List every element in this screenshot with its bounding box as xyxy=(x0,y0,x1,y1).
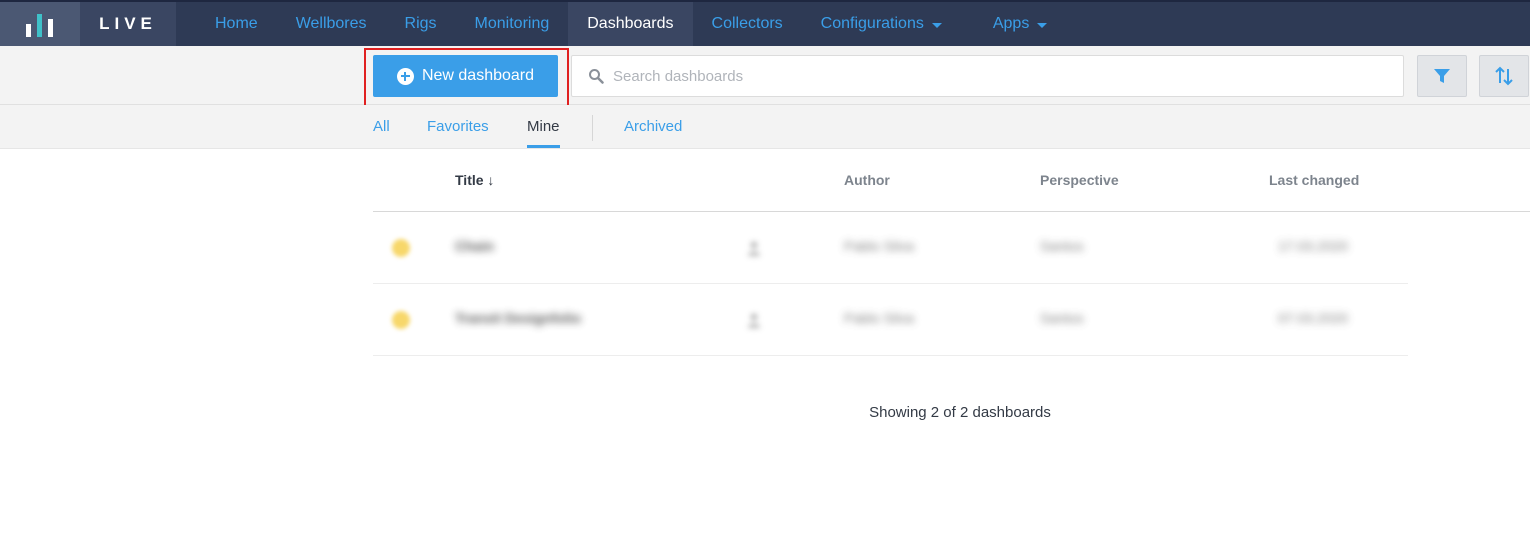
nav-item-home[interactable]: Home xyxy=(196,2,277,46)
nav-item-apps[interactable]: Apps xyxy=(974,2,1066,46)
nav-item-label: Rigs xyxy=(404,15,437,32)
row-author: Pablo Silva xyxy=(844,238,915,254)
nav-item-label: Wellbores xyxy=(295,15,367,32)
column-header-perspective[interactable]: Perspective xyxy=(1040,172,1119,188)
search-input[interactable] xyxy=(613,67,1373,85)
app-logo-text: LIVE xyxy=(80,2,176,46)
dashboard-toolbar: New dashboard xyxy=(0,46,1530,108)
nav-item-configurations[interactable]: Configurations xyxy=(802,2,974,46)
tab-label: Mine xyxy=(527,118,560,135)
search-box[interactable] xyxy=(571,55,1404,97)
table-row[interactable]: Chain Pablo Silva Santos 17.03.2020 xyxy=(373,212,1408,284)
tab-favorites[interactable]: Favorites xyxy=(427,105,489,148)
table-header: Title ↓ Author Perspective Last changed xyxy=(373,150,1530,212)
user-icon xyxy=(748,241,760,256)
bar-chart-icon xyxy=(26,14,53,37)
sort-arrows-icon xyxy=(1495,66,1513,86)
results-count: Showing 2 of 2 dashboards xyxy=(869,404,1051,421)
star-icon[interactable] xyxy=(392,311,410,329)
nav-item-label: Dashboards xyxy=(587,15,674,32)
caret-down-icon xyxy=(1037,22,1048,28)
table-row[interactable]: Transit Designfolio Pablo Silva Santos 0… xyxy=(373,284,1408,356)
main-nav: Home Wellbores Rigs Monitoring Dashboard… xyxy=(196,2,1066,48)
plus-circle-icon xyxy=(396,67,414,85)
nav-item-collectors[interactable]: Collectors xyxy=(693,2,802,46)
nav-item-label: Monitoring xyxy=(474,15,550,32)
nav-item-label: Collectors xyxy=(711,15,783,32)
tab-divider xyxy=(592,115,593,141)
app-logo[interactable] xyxy=(0,2,80,46)
row-title[interactable]: Transit Designfolio xyxy=(455,310,581,326)
star-icon[interactable] xyxy=(392,239,410,257)
tab-mine[interactable]: Mine xyxy=(527,105,560,148)
nav-item-dashboards[interactable]: Dashboards xyxy=(568,2,693,48)
tab-all[interactable]: All xyxy=(373,105,390,148)
search-icon xyxy=(589,69,604,84)
caret-down-icon xyxy=(931,22,942,28)
tab-archived[interactable]: Archived xyxy=(624,105,682,148)
sort-button[interactable] xyxy=(1479,55,1529,97)
nav-item-label: Configurations xyxy=(820,15,924,32)
nav-item-monitoring[interactable]: Monitoring xyxy=(456,2,569,46)
row-perspective: Santos xyxy=(1040,238,1084,254)
dashboard-tabs: All Favorites Mine Archived xyxy=(0,105,1530,149)
row-last-changed: 07.03.2020 xyxy=(1278,310,1349,326)
nav-item-rigs[interactable]: Rigs xyxy=(386,2,456,46)
column-header-author[interactable]: Author xyxy=(844,172,890,188)
filter-icon xyxy=(1434,69,1450,83)
row-last-changed: 17.03.2020 xyxy=(1278,238,1349,254)
column-header-last-changed[interactable]: Last changed xyxy=(1269,172,1359,188)
tab-label: Favorites xyxy=(427,118,489,135)
new-dashboard-label: New dashboard xyxy=(421,67,535,84)
new-dashboard-button[interactable]: New dashboard xyxy=(373,55,558,97)
row-author: Pablo Silva xyxy=(844,310,915,326)
nav-item-label: Home xyxy=(215,15,258,32)
user-icon xyxy=(748,313,760,328)
nav-item-wellbores[interactable]: Wellbores xyxy=(277,2,386,46)
top-navigation-bar: LIVE Home Wellbores Rigs Monitoring Dash… xyxy=(0,0,1530,48)
row-perspective: Santos xyxy=(1040,310,1084,326)
tab-label: Archived xyxy=(624,118,683,135)
column-header-title[interactable]: Title ↓ xyxy=(455,172,494,188)
filter-button[interactable] xyxy=(1417,55,1467,97)
nav-item-label: Apps xyxy=(992,15,1030,32)
row-title[interactable]: Chain xyxy=(455,238,494,254)
tab-label: All xyxy=(373,118,390,135)
